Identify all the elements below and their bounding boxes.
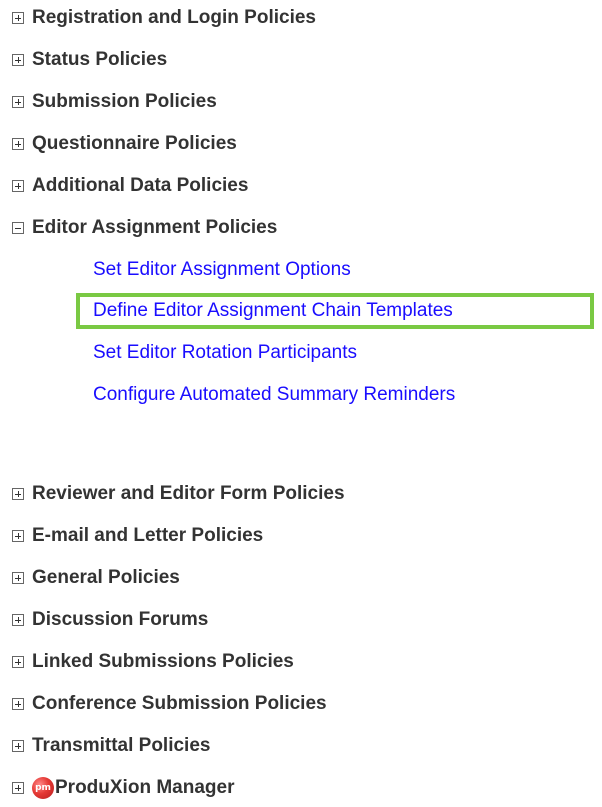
section-editor-assignment-policies[interactable]: Editor Assignment Policies: [0, 213, 277, 243]
expand-plus-icon[interactable]: [12, 488, 24, 500]
produxion-manager-logo-icon: pm: [32, 777, 54, 799]
section-questionnaire-policies[interactable]: Questionnaire Policies: [0, 129, 237, 159]
expand-plus-icon[interactable]: [12, 54, 24, 66]
section-label[interactable]: ProduXion Manager: [55, 777, 234, 799]
section-label[interactable]: Editor Assignment Policies: [32, 217, 277, 239]
expand-plus-icon[interactable]: [12, 782, 24, 794]
section-discussion-forums[interactable]: Discussion Forums: [0, 605, 208, 635]
expand-plus-icon[interactable]: [12, 698, 24, 710]
section-label[interactable]: Transmittal Policies: [32, 735, 210, 757]
expand-plus-icon[interactable]: [12, 572, 24, 584]
section-label[interactable]: General Policies: [32, 567, 180, 589]
section-label[interactable]: Questionnaire Policies: [32, 133, 237, 155]
section-label[interactable]: Status Policies: [32, 49, 167, 71]
expand-plus-icon[interactable]: [12, 96, 24, 108]
section-label[interactable]: Discussion Forums: [32, 609, 208, 631]
expand-plus-icon[interactable]: [12, 530, 24, 542]
expand-plus-icon[interactable]: [12, 138, 24, 150]
link-define-editor-assignment-chain-templates[interactable]: Define Editor Assignment Chain Templates: [93, 296, 453, 326]
section-status-policies[interactable]: Status Policies: [0, 45, 167, 75]
section-label[interactable]: E-mail and Letter Policies: [32, 525, 263, 547]
expand-plus-icon[interactable]: [12, 12, 24, 24]
link-set-editor-assignment-options[interactable]: Set Editor Assignment Options: [93, 255, 351, 285]
section-label[interactable]: Linked Submissions Policies: [32, 651, 294, 673]
section-linked-submissions-policies[interactable]: Linked Submissions Policies: [0, 647, 294, 677]
section-registration-login-policies[interactable]: Registration and Login Policies: [0, 3, 316, 33]
section-email-letter-policies[interactable]: E-mail and Letter Policies: [0, 521, 263, 551]
expand-plus-icon[interactable]: [12, 614, 24, 626]
link-configure-automated-summary-reminders[interactable]: Configure Automated Summary Reminders: [93, 380, 455, 410]
link-set-editor-rotation-participants[interactable]: Set Editor Rotation Participants: [93, 338, 357, 368]
expand-plus-icon[interactable]: [12, 740, 24, 752]
expand-plus-icon[interactable]: [12, 656, 24, 668]
expand-plus-icon[interactable]: [12, 180, 24, 192]
section-label[interactable]: Submission Policies: [32, 91, 217, 113]
section-label[interactable]: Conference Submission Policies: [32, 693, 327, 715]
collapse-minus-icon[interactable]: [12, 222, 24, 234]
section-label[interactable]: Registration and Login Policies: [32, 7, 316, 29]
section-transmittal-policies[interactable]: Transmittal Policies: [0, 731, 210, 761]
section-submission-policies[interactable]: Submission Policies: [0, 87, 217, 117]
section-produxion-manager[interactable]: pm ProduXion Manager: [0, 773, 234, 803]
section-reviewer-editor-form-policies[interactable]: Reviewer and Editor Form Policies: [0, 479, 345, 509]
section-label[interactable]: Additional Data Policies: [32, 175, 248, 197]
section-additional-data-policies[interactable]: Additional Data Policies: [0, 171, 248, 201]
section-conference-submission-policies[interactable]: Conference Submission Policies: [0, 689, 327, 719]
section-label[interactable]: Reviewer and Editor Form Policies: [32, 483, 345, 505]
section-general-policies[interactable]: General Policies: [0, 563, 180, 593]
